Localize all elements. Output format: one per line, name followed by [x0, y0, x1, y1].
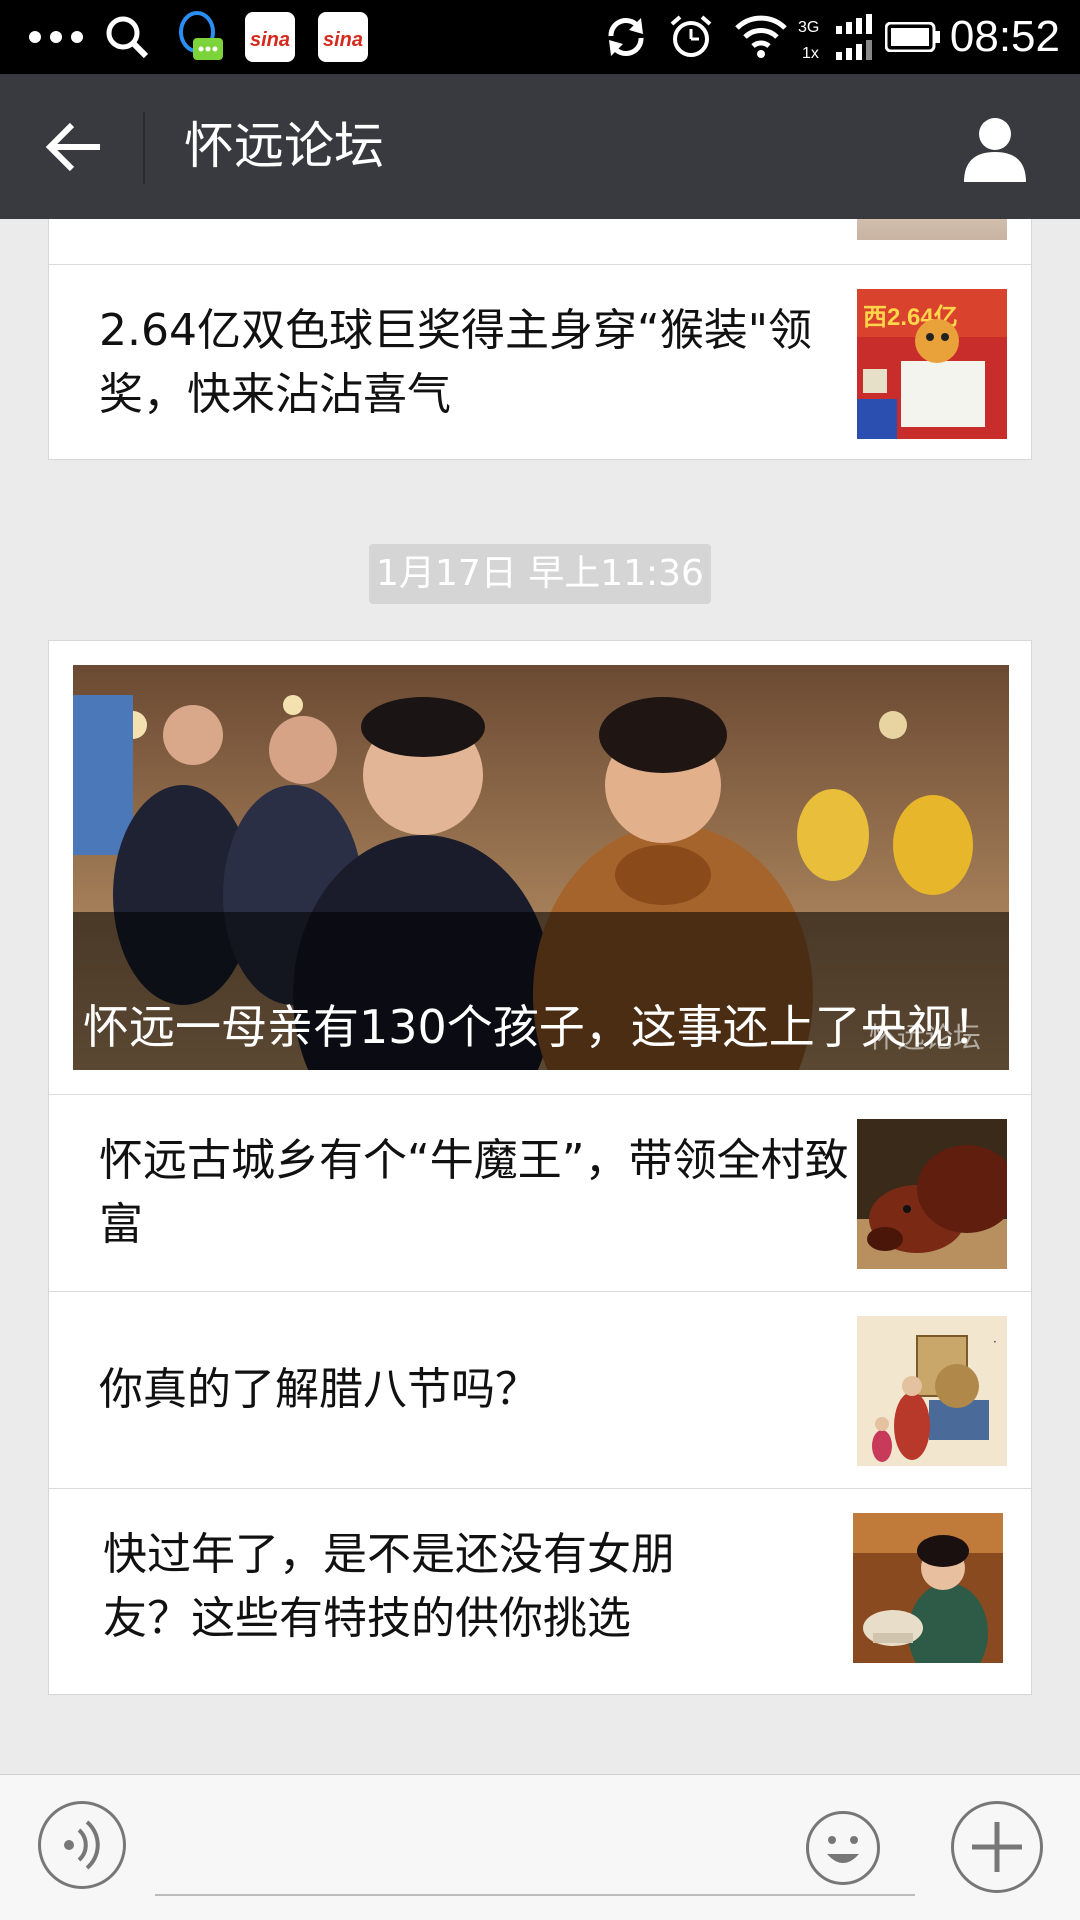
svg-text:3G: 3G	[798, 19, 819, 36]
article-row[interactable]: 怀远古城乡有个“牛魔王”，带领全村致富	[49, 1094, 1031, 1291]
article-row[interactable]: 你真的了解腊八节吗？ ·	[49, 1291, 1031, 1488]
timestamp-badge: 1月17日 早上11:36	[369, 544, 711, 604]
signal-icon: 3G 1x	[798, 14, 872, 62]
article-title: 2.64亿双色球巨奖得主身穿“猴装"领奖，快来沾沾喜气	[99, 305, 813, 420]
hero-watermark: 怀远论坛	[868, 1021, 981, 1054]
svg-text:sina: sina	[250, 29, 290, 51]
card-remnant	[49, 219, 1031, 264]
bull-thumbnail-image	[857, 1119, 1007, 1269]
article-thumbnail	[857, 1119, 1007, 1269]
svg-text:sina: sina	[323, 29, 363, 51]
article-row[interactable]: 快过年了，是不是还没有女朋友？这些有特技的供你挑选	[49, 1488, 1031, 1693]
article-card: 怀远一母亲有130个孩子，这事还上了央视！ 怀远论坛 怀远古城乡有个“牛魔王”，…	[48, 640, 1032, 1695]
sync-icon	[608, 17, 644, 57]
emoji-button[interactable]	[806, 1811, 880, 1885]
input-bar	[0, 1774, 1080, 1920]
lottery-thumbnail-image: 西2.64亿	[857, 289, 1007, 439]
hero-title: 怀远一母亲有130个孩子，这事还上了央视！	[83, 1000, 999, 1054]
title-divider	[143, 112, 145, 184]
page-title: 怀远论坛	[184, 117, 384, 175]
sina-icon: sina	[318, 12, 368, 62]
remnant-thumbnail	[857, 219, 1007, 240]
wifi-icon	[735, 15, 787, 58]
more-icon	[29, 31, 83, 43]
article-card: 2.64亿双色球巨奖得主身穿“猴装"领奖，快来沾沾喜气 西2.64亿	[48, 219, 1032, 460]
voice-button[interactable]	[38, 1801, 126, 1889]
emoji-icon	[827, 1836, 859, 1863]
woman-thumbnail-image	[853, 1513, 1003, 1663]
plus-button[interactable]	[951, 1801, 1043, 1893]
article-title: 你真的了解腊八节吗？	[99, 1364, 539, 1415]
alarm-icon	[670, 15, 712, 57]
battery-icon	[885, 22, 940, 52]
text-input[interactable]	[155, 1894, 915, 1896]
qq-icon	[179, 11, 223, 60]
article-thumbnail	[853, 1513, 1003, 1663]
laba-thumbnail-image: ·	[857, 1316, 1007, 1466]
svg-text:·: ·	[993, 1335, 997, 1349]
hero-article[interactable]: 怀远一母亲有130个孩子，这事还上了央视！ 怀远论坛	[49, 641, 1031, 1094]
title-bar: 怀远论坛	[0, 74, 1080, 219]
article-row[interactable]: 2.64亿双色球巨奖得主身穿“猴装"领奖，快来沾沾喜气 西2.64亿	[49, 264, 1031, 461]
article-title: 怀远古城乡有个“牛魔王”，带领全村致富	[99, 1135, 849, 1250]
search-icon	[106, 16, 149, 59]
profile-icon[interactable]	[960, 112, 1030, 182]
svg-text:1x: 1x	[802, 45, 819, 62]
article-title: 快过年了，是不是还没有女朋友？这些有特技的供你挑选	[103, 1529, 675, 1644]
sina-icon: sina	[245, 12, 295, 62]
hero-image: 怀远一母亲有130个孩子，这事还上了央视！ 怀远论坛	[73, 665, 1009, 1070]
plus-icon	[972, 1822, 1022, 1872]
message-feed[interactable]: 2.64亿双色球巨奖得主身穿“猴装"领奖，快来沾沾喜气 西2.64亿 1月17日…	[0, 219, 1080, 1774]
back-arrow-icon[interactable]	[44, 120, 104, 174]
status-time: 08:52	[949, 12, 1060, 61]
voice-icon	[64, 1820, 100, 1870]
status-bar: sina sina 3G 1x 08:52	[0, 0, 1080, 74]
article-thumbnail: ·	[857, 1316, 1007, 1466]
article-thumbnail: 西2.64亿	[857, 289, 1007, 439]
